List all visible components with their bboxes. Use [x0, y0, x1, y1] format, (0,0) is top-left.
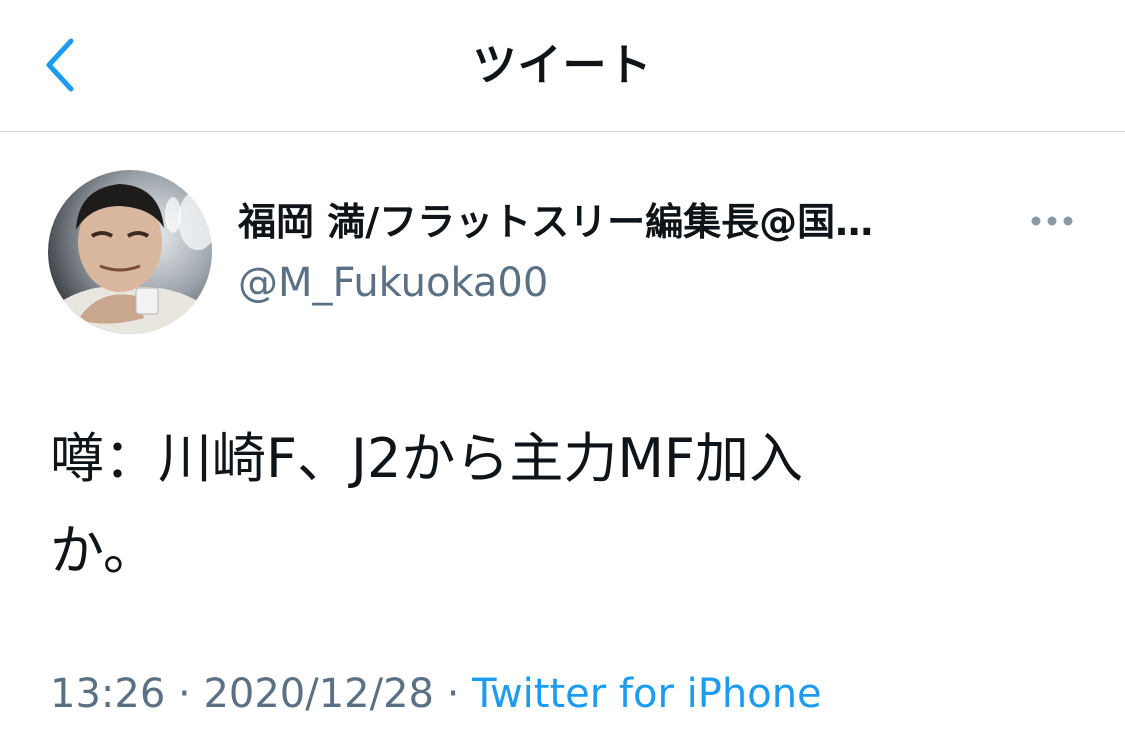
page-title: ツイート — [472, 40, 653, 91]
meta-separator: · — [165, 671, 204, 717]
meta-separator: · — [433, 671, 473, 717]
navigation-bar: ツイート — [0, 0, 1125, 132]
tweet-time: 13:26 — [50, 671, 166, 717]
profile-photo — [48, 170, 212, 334]
author-display-name[interactable]: 福岡 満/フラットスリー編集長@国… — [238, 196, 873, 248]
more-horizontal-icon — [1031, 216, 1073, 226]
avatar[interactable] — [48, 170, 212, 334]
tweet-text: 噂：川崎F、J2から主力MF加入 か。 — [50, 427, 803, 582]
tweet-meta: 13:26 · 2020/12/28 · Twitter for iPhone — [50, 666, 822, 722]
more-options-button[interactable] — [1022, 205, 1082, 237]
tweet-date: 2020/12/28 — [203, 671, 434, 717]
author-handle[interactable]: @M_Fukuoka00 — [238, 256, 548, 310]
tweet-source-link[interactable]: Twitter for iPhone — [472, 671, 822, 717]
